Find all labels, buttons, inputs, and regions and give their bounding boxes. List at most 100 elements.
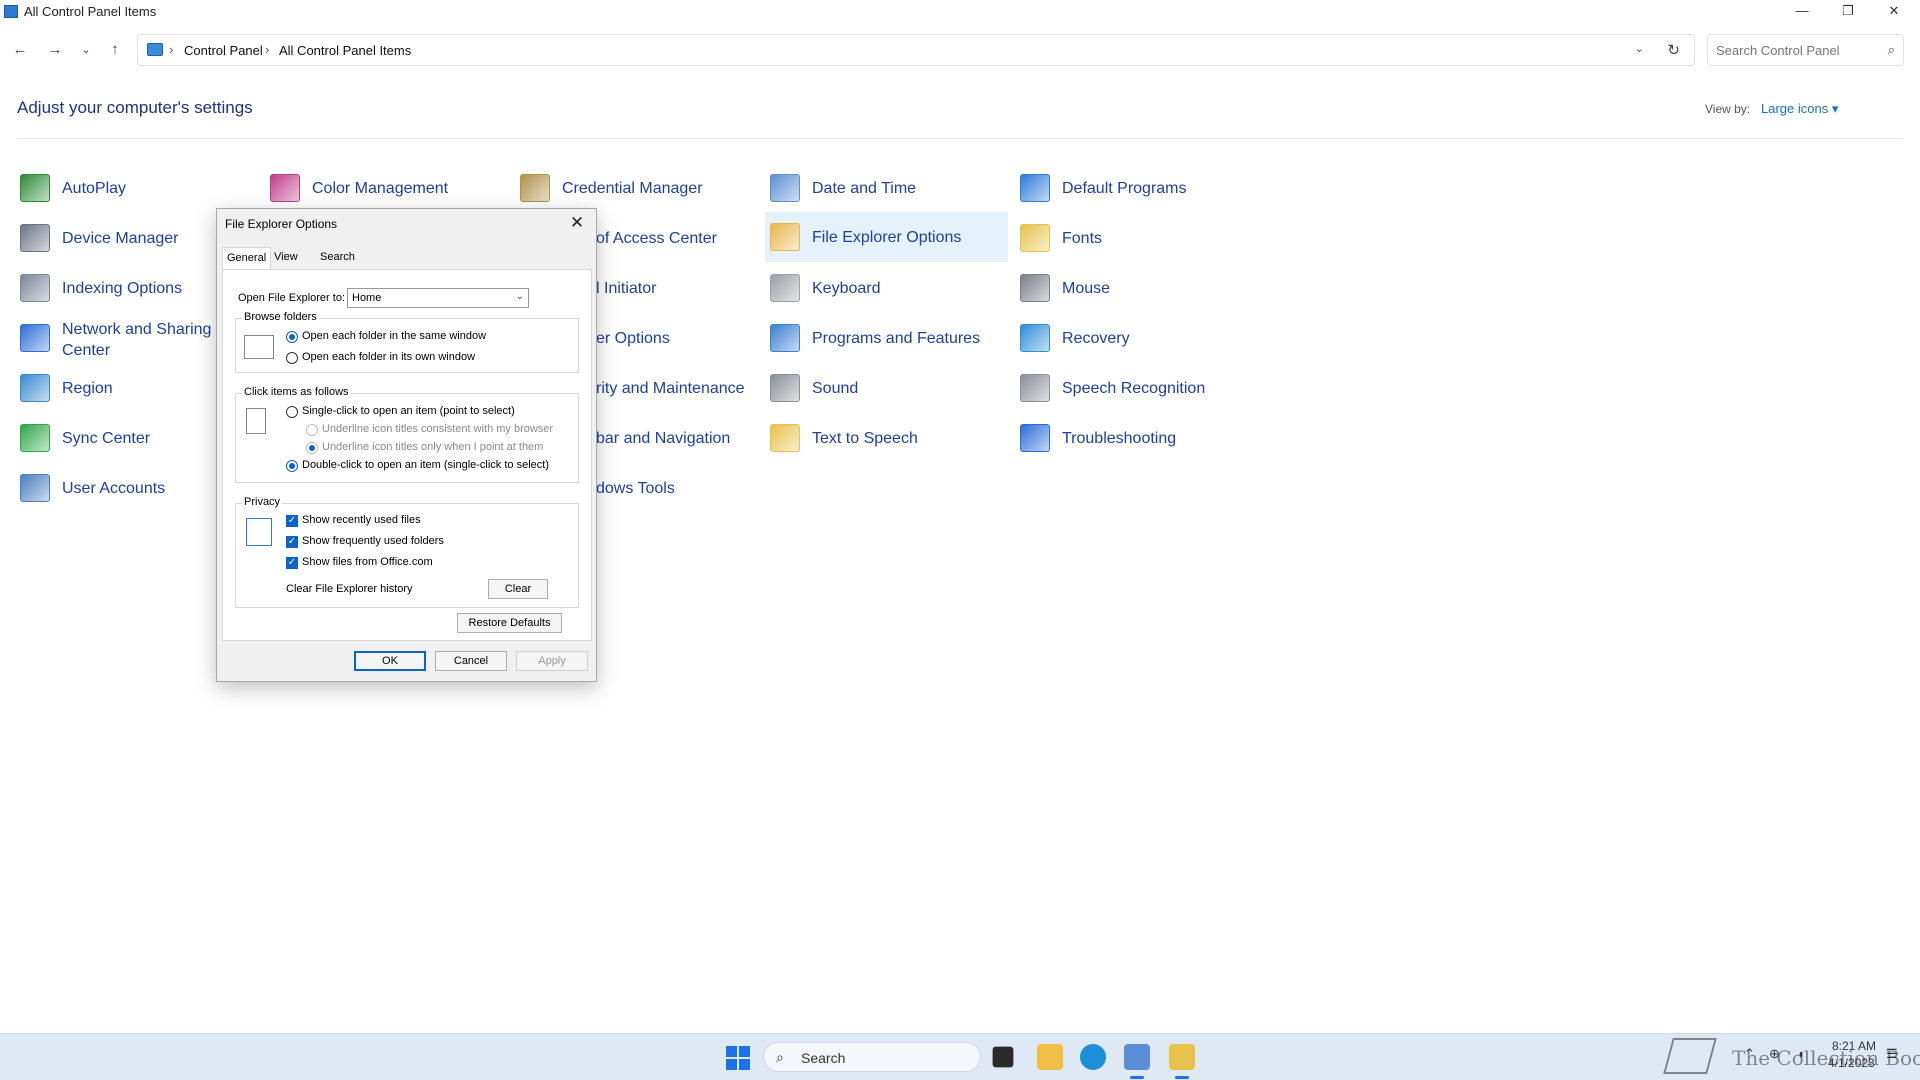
breadcrumb-control-panel[interactable]: Control Panel — [184, 43, 263, 58]
item-label[interactable]: er Options — [596, 328, 670, 349]
item-label[interactable]: rity and Maintenance — [596, 378, 745, 399]
item-network-sharing-center[interactable]: Network and Sharing Center — [17, 318, 247, 362]
item-label[interactable]: Text to Speech — [812, 428, 918, 449]
apply-button[interactable]: Apply — [516, 651, 588, 671]
item-label[interactable]: File Explorer Options — [812, 227, 961, 248]
restore-icon[interactable]: ❐ — [1825, 0, 1871, 24]
item-troubleshooting[interactable]: Troubleshooting — [1017, 418, 1257, 458]
close-icon[interactable]: ✕ — [1871, 0, 1917, 24]
office-files-label[interactable]: Show files from Office.com — [302, 556, 433, 568]
tab-search[interactable]: Search — [316, 247, 359, 269]
view-by-dropdown[interactable]: Large icons ▾ — [1761, 101, 1838, 117]
file-explorer-icon[interactable] — [1037, 1044, 1063, 1070]
item-recovery[interactable]: Recovery — [1017, 318, 1257, 358]
item-speech-recognition[interactable]: Speech Recognition — [1017, 368, 1257, 408]
item-label[interactable]: Region — [62, 378, 113, 399]
item-label[interactable]: User Accounts — [62, 478, 165, 499]
frequent-folders-label[interactable]: Show frequently used folders — [302, 535, 444, 547]
item-label[interactable]: dows Tools — [596, 478, 675, 499]
item-keyboard[interactable]: Keyboard — [767, 268, 1007, 308]
item-default-programs[interactable]: Default Programs — [1017, 168, 1257, 208]
up-arrow-icon[interactable]: ↑ — [103, 38, 127, 62]
item-label[interactable]: of Access Center — [596, 228, 717, 249]
open-to-select[interactable]: Home ⌄ — [347, 288, 529, 308]
search-input[interactable] — [1714, 41, 1874, 59]
task-view-icon[interactable] — [992, 1046, 1014, 1068]
item-text-to-speech[interactable]: Text to Speech — [767, 418, 1007, 458]
underline-browser-label[interactable]: Underline icon titles consistent with my… — [322, 423, 553, 435]
open-to-value[interactable]: Home — [352, 292, 381, 304]
item-label[interactable]: Network and Sharing Center — [62, 319, 222, 361]
item-indexing-options[interactable]: Indexing Options — [17, 268, 247, 308]
checkbox-office-files[interactable]: ✓ — [286, 557, 298, 569]
item-file-explorer-options[interactable]: File Explorer Options — [765, 212, 1008, 262]
cancel-button[interactable]: Cancel — [435, 651, 507, 671]
item-credential-manager[interactable]: Credential Manager — [517, 168, 747, 208]
item-autoplay[interactable]: AutoPlay — [17, 168, 247, 208]
taskbar-search[interactable]: ⌕ Search — [763, 1042, 981, 1072]
item-label[interactable]: bar and Navigation — [596, 428, 730, 449]
single-click-label[interactable]: Single-click to open an item (point to s… — [302, 405, 515, 417]
item-fonts[interactable]: Fonts — [1017, 218, 1257, 258]
underline-point-label[interactable]: Underline icon titles only when I point … — [322, 441, 543, 453]
folder-options-taskbar-icon[interactable] — [1169, 1044, 1195, 1079]
radio-double-click[interactable] — [286, 460, 298, 472]
item-label[interactable]: Keyboard — [812, 278, 881, 299]
item-label[interactable]: Device Manager — [62, 228, 179, 249]
ok-button[interactable]: OK — [354, 651, 426, 671]
item-label[interactable]: Date and Time — [812, 178, 916, 199]
item-label[interactable]: AutoPlay — [62, 178, 126, 199]
item-mouse[interactable]: Mouse — [1017, 268, 1257, 308]
own-window-label[interactable]: Open each folder in its own window — [302, 351, 475, 363]
item-label[interactable]: Indexing Options — [62, 278, 182, 299]
close-icon[interactable]: ✕ — [564, 211, 590, 235]
address-bar[interactable]: › Control Panel › All Control Panel Item… — [137, 34, 1695, 66]
tab-view[interactable]: View — [270, 247, 302, 269]
item-device-manager[interactable]: Device Manager — [17, 218, 247, 258]
item-color-management[interactable]: Color Management — [267, 168, 497, 208]
view-by-arrow-icon[interactable]: ▾ — [1832, 101, 1839, 116]
item-label[interactable]: Mouse — [1062, 278, 1110, 299]
radio-own-window[interactable] — [286, 352, 298, 364]
item-label[interactable]: Sound — [812, 378, 858, 399]
address-history-icon[interactable]: ⌄ — [1635, 42, 1644, 55]
item-region[interactable]: Region — [17, 368, 247, 408]
back-arrow-icon[interactable]: ← — [8, 38, 32, 62]
search-icon[interactable]: ⌕ — [1888, 42, 1895, 58]
restore-defaults-button[interactable]: Restore Defaults — [457, 613, 562, 633]
view-by-value[interactable]: Large icons — [1761, 101, 1828, 116]
radio-single-click[interactable] — [286, 406, 298, 418]
breadcrumb-all-items[interactable]: All Control Panel Items — [279, 43, 411, 58]
tab-general[interactable]: General — [222, 247, 272, 270]
taskbar-search-label[interactable]: Search — [801, 1050, 845, 1066]
edge-icon[interactable] — [1080, 1044, 1106, 1070]
item-label[interactable]: Recovery — [1062, 328, 1130, 349]
radio-same-window[interactable] — [286, 331, 298, 343]
minimize-icon[interactable]: — — [1779, 0, 1825, 24]
item-label[interactable]: Sync Center — [62, 428, 150, 449]
radio-underline-browser[interactable] — [306, 424, 318, 436]
checkbox-frequent-folders[interactable]: ✓ — [286, 536, 298, 548]
item-label[interactable]: Fonts — [1062, 228, 1102, 249]
radio-underline-point[interactable] — [306, 442, 318, 454]
refresh-icon[interactable]: ↻ — [1667, 41, 1680, 59]
start-icon[interactable] — [726, 1046, 750, 1070]
item-label[interactable]: Troubleshooting — [1062, 428, 1176, 449]
item-sync-center[interactable]: Sync Center — [17, 418, 247, 458]
same-window-label[interactable]: Open each folder in the same window — [302, 330, 486, 342]
item-label[interactable]: Credential Manager — [562, 178, 703, 199]
search-box[interactable]: ⌕ — [1707, 34, 1904, 66]
item-label[interactable]: Speech Recognition — [1062, 378, 1205, 399]
item-sound[interactable]: Sound — [767, 368, 1007, 408]
chevron-down-icon[interactable]: ⌄ — [516, 291, 524, 302]
forward-arrow-icon[interactable]: → — [43, 38, 67, 62]
chevron-down-icon[interactable]: ⌄ — [74, 38, 98, 62]
item-label[interactable]: Programs and Features — [812, 328, 980, 349]
clear-button[interactable]: Clear — [488, 579, 548, 599]
item-label[interactable]: Default Programs — [1062, 178, 1187, 199]
item-label[interactable]: l Initiator — [596, 278, 656, 299]
double-click-label[interactable]: Double-click to open an item (single-cli… — [302, 459, 549, 471]
checkbox-recent-files[interactable]: ✓ — [286, 515, 298, 527]
item-user-accounts[interactable]: User Accounts — [17, 468, 247, 508]
item-date-and-time[interactable]: Date and Time — [767, 168, 1007, 208]
